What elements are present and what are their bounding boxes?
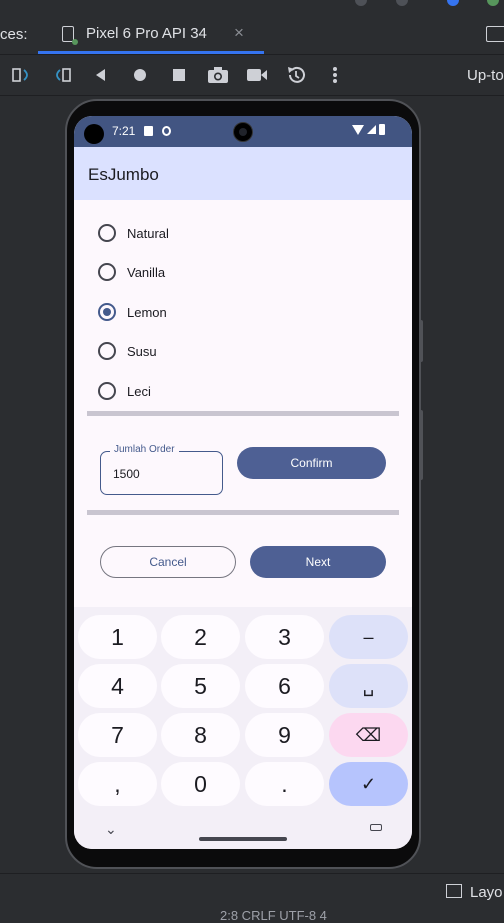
divider — [87, 411, 399, 416]
radio-option-leci[interactable]: Leci — [98, 377, 151, 405]
battery-icon — [379, 124, 385, 135]
radio-label: Susu — [127, 343, 157, 359]
key-minus[interactable]: – — [329, 615, 408, 659]
radio-button-selected[interactable] — [98, 303, 116, 321]
key-9[interactable]: 9 — [245, 713, 324, 757]
radio-label: Natural — [127, 225, 169, 241]
radio-button[interactable] — [98, 342, 116, 360]
wifi-icon — [352, 124, 364, 135]
key-4[interactable]: 4 — [78, 664, 157, 708]
top-app-bar: EsJumbo — [74, 147, 412, 200]
key-6[interactable]: 6 — [245, 664, 324, 708]
volume-button[interactable] — [419, 320, 423, 362]
snapshot-icon[interactable] — [284, 63, 308, 87]
tab-prefix-label: ces: — [0, 26, 28, 43]
gesture-nav-bar[interactable] — [199, 837, 287, 841]
window-layout-icon[interactable] — [486, 26, 504, 42]
radio-label: Vanilla — [127, 264, 166, 280]
radio-label: Leci — [127, 383, 151, 399]
up-to-date-label: Up-to — [467, 67, 504, 84]
next-button[interactable]: Next — [250, 546, 386, 578]
ide-top-icon[interactable] — [447, 0, 459, 6]
rotate-right-icon[interactable] — [50, 63, 74, 87]
overview-icon[interactable] — [167, 63, 191, 87]
status-bar: 7:21 — [74, 116, 412, 147]
close-icon[interactable]: × — [234, 23, 244, 43]
layout-inspector-icon[interactable] — [446, 884, 462, 898]
key-1[interactable]: 1 — [78, 615, 157, 659]
key-0[interactable]: 0 — [161, 762, 240, 806]
radio-button[interactable] — [98, 224, 116, 242]
radio-button[interactable] — [98, 263, 116, 281]
ide-top-icon[interactable] — [396, 0, 408, 6]
radio-option-lemon[interactable]: Lemon — [98, 298, 167, 326]
key-7[interactable]: 7 — [78, 713, 157, 757]
screenrecord-icon[interactable] — [245, 63, 269, 87]
space-key-icon[interactable]: ␣ — [329, 664, 408, 708]
device-online-dot — [72, 39, 78, 45]
back-icon[interactable] — [89, 63, 113, 87]
rotate-left-icon[interactable] — [10, 63, 34, 87]
quantity-field-label: Jumlah Order — [110, 444, 179, 455]
device-screen: 7:21 EsJumbo Natural Vanilla Lemon Susu … — [74, 116, 412, 849]
status-icons — [352, 124, 385, 135]
status-time: 7:21 — [112, 124, 136, 138]
ide-bottom-bar: Layo 2:8 CRLF UTF-8 4 — [0, 873, 504, 923]
radio-button[interactable] — [98, 382, 116, 400]
keyboard-switch-icon[interactable] — [370, 824, 382, 831]
quantity-field[interactable]: Jumlah Order 1500 — [100, 444, 223, 495]
layout-inspector-label[interactable]: Layo — [470, 884, 503, 901]
radio-label: Lemon — [127, 304, 167, 320]
tab-active-underline — [38, 51, 264, 54]
key-period[interactable]: . — [245, 762, 324, 806]
page-title: EsJumbo — [88, 165, 159, 184]
check-icon[interactable]: ✓ — [329, 762, 408, 806]
radio-option-susu[interactable]: Susu — [98, 337, 157, 365]
camera-icon[interactable] — [206, 63, 230, 87]
signal-icon — [367, 125, 376, 134]
key-2[interactable]: 2 — [161, 615, 240, 659]
chevron-down-icon[interactable]: ⌄ — [105, 821, 117, 838]
ide-top-icon[interactable] — [355, 0, 367, 6]
sync-icon — [162, 126, 171, 136]
radio-option-vanilla[interactable]: Vanilla — [98, 258, 165, 286]
status-bar-text: 2:8 CRLF UTF-8 4 — [220, 908, 327, 923]
key-8[interactable]: 8 — [161, 713, 240, 757]
camera-cutout — [84, 124, 104, 144]
quantity-field-value[interactable]: 1500 — [113, 467, 140, 481]
ide-top-strip — [0, 0, 504, 14]
more-icon[interactable] — [323, 63, 347, 87]
sdcard-icon — [144, 126, 153, 136]
key-comma[interactable]: , — [78, 762, 157, 806]
power-button[interactable] — [419, 410, 423, 480]
device-icon — [62, 26, 78, 45]
radio-option-natural[interactable]: Natural — [98, 219, 169, 247]
ide-top-icon[interactable] — [487, 0, 499, 6]
tab-label: Pixel 6 Pro API 34 — [86, 25, 207, 42]
emulator-toolbar: Up-to — [0, 55, 504, 96]
key-5[interactable]: 5 — [161, 664, 240, 708]
home-icon[interactable] — [128, 63, 152, 87]
ide-tab-bar: ces: Pixel 6 Pro API 34 × — [0, 14, 504, 55]
punch-hole-camera — [233, 122, 253, 142]
cancel-button[interactable]: Cancel — [100, 546, 236, 578]
confirm-button[interactable]: Confirm — [237, 447, 386, 479]
numeric-keyboard: 1 2 3 – 4 5 6 ␣ 7 8 9 ⌫ , 0 . ✓ ⌄ — [74, 607, 412, 849]
divider — [87, 510, 399, 515]
backspace-icon[interactable]: ⌫ — [329, 713, 408, 757]
key-3[interactable]: 3 — [245, 615, 324, 659]
tab-device-pixel-6-pro[interactable]: Pixel 6 Pro API 34 × — [38, 14, 264, 54]
